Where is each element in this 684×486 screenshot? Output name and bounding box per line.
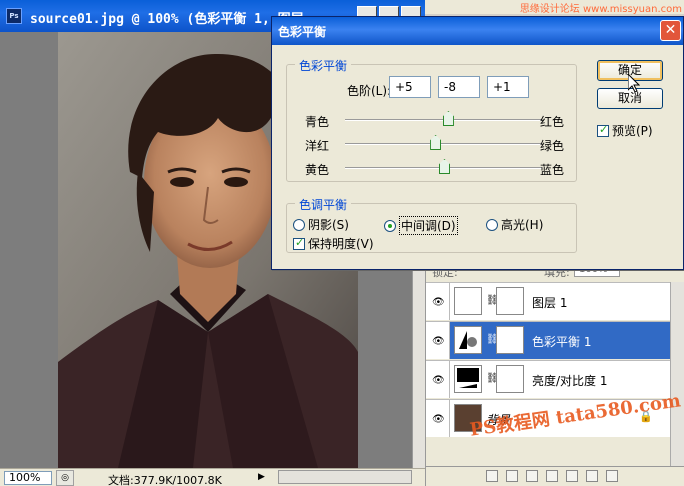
color-balance-group: 色彩平衡 色阶(L): +5 -8 +1 青色 红色 洋红 绿色 黄色 蓝色 xyxy=(286,57,577,182)
chain-link-icon[interactable]: ⛓ xyxy=(486,373,499,385)
eye-icon[interactable]: 👁 xyxy=(426,322,450,359)
level-cyan-red-input[interactable]: +5 xyxy=(389,76,431,98)
layer-name: 亮度/对比度 1 xyxy=(532,374,608,388)
radio-dot[interactable] xyxy=(486,218,498,231)
new-layer-icon[interactable] xyxy=(586,470,598,482)
radio-label: 阴影(S) xyxy=(308,218,349,232)
zoom-field[interactable]: 100% xyxy=(4,471,52,485)
layer-style-icon[interactable] xyxy=(506,470,518,482)
ps-icon: Ps xyxy=(6,8,22,24)
preview-checkbox[interactable]: 预览(P) xyxy=(597,122,653,139)
checkbox-label: 保持明度(V) xyxy=(308,237,374,251)
radio-dot[interactable] xyxy=(384,219,396,232)
slider-left-label: 黄色 xyxy=(305,163,330,177)
eye-icon[interactable]: 👁 xyxy=(426,361,450,398)
level-magenta-green-input[interactable]: -8 xyxy=(438,76,480,98)
dialog-title: 色彩平衡 xyxy=(278,25,327,39)
adjustment-layer-icon[interactable] xyxy=(546,470,558,482)
slider-track[interactable] xyxy=(345,143,542,145)
radio-label: 中间调(D) xyxy=(399,216,458,235)
close-icon[interactable]: ✕ xyxy=(660,20,681,41)
horizontal-scrollbar[interactable] xyxy=(278,470,412,484)
levels-label: 色阶(L): xyxy=(347,84,392,98)
group-folder-icon[interactable] xyxy=(566,470,578,482)
layer-mask-thumbnail xyxy=(496,365,524,393)
layers-panel: 锁定: 填充: 100% 👁 ⛓ 图层 1 👁 ⛓ 色彩平衡 1 👁 ⛓ xyxy=(425,258,684,486)
slider-right-label: 蓝色 xyxy=(540,163,565,177)
layer-mask-thumbnail xyxy=(496,287,524,315)
slider-thumb[interactable] xyxy=(442,111,454,126)
watermark-top: 思缘设计论坛 www.missyuan.com xyxy=(519,4,682,15)
group-legend: 色调平衡 xyxy=(295,196,352,213)
navigator-icon[interactable]: ◎ xyxy=(56,470,74,486)
radio-highlights[interactable]: 高光(H) xyxy=(486,216,543,233)
color-balance-dialog: 色彩平衡 ✕ 色彩平衡 色阶(L): +5 -8 +1 青色 红色 洋红 绿色 … xyxy=(271,16,684,270)
layer-thumbnail xyxy=(454,287,482,315)
layer-mask-icon[interactable] xyxy=(526,470,538,482)
cursor-icon xyxy=(628,74,640,93)
radio-shadows[interactable]: 阴影(S) xyxy=(293,216,349,233)
radio-midtones[interactable]: 中间调(D) xyxy=(384,216,458,235)
slider-left-label: 洋红 xyxy=(305,139,330,153)
layers-footer xyxy=(426,466,684,486)
slider-thumb[interactable] xyxy=(438,159,450,174)
tone-balance-group: 色调平衡 阴影(S) 中间调(D) 高光(H) 保持明度(V) xyxy=(286,196,577,253)
trash-icon[interactable] xyxy=(606,470,618,482)
slider-yellow-blue: 黄色 蓝色 xyxy=(287,157,577,179)
slider-right-label: 绿色 xyxy=(540,139,565,153)
checkbox-label: 预览(P) xyxy=(612,124,653,138)
slider-left-label: 青色 xyxy=(305,115,330,129)
right-panel-top: 思缘设计论坛 www.missyuan.com xyxy=(425,0,684,15)
checkbox-box[interactable] xyxy=(293,236,305,250)
document-title: source01.jpg @ 100% (色彩平衡 1, 图层 xyxy=(30,12,304,27)
slider-right-label: 红色 xyxy=(540,115,565,129)
layer-row[interactable]: 👁 ⛓ 图层 1 xyxy=(426,282,684,320)
link-layers-icon[interactable] xyxy=(486,470,498,482)
eye-icon[interactable]: 👁 xyxy=(426,400,450,437)
document-size-info: 文档:377.9K/1007.8K xyxy=(108,474,222,486)
adjustment-thumbnail xyxy=(454,365,482,393)
radio-label: 高光(H) xyxy=(501,218,544,232)
layer-name: 图层 1 xyxy=(532,296,568,310)
checkbox-box[interactable] xyxy=(597,123,609,137)
chain-link-icon[interactable]: ⛓ xyxy=(486,334,499,346)
group-legend: 色彩平衡 xyxy=(295,57,352,74)
layer-mask-thumbnail xyxy=(496,326,524,354)
layers-scrollbar[interactable] xyxy=(670,282,684,468)
eye-icon[interactable]: 👁 xyxy=(426,283,450,320)
chain-link-icon[interactable]: ⛓ xyxy=(486,295,499,307)
slider-cyan-red: 青色 红色 xyxy=(287,109,577,131)
slider-magenta-green: 洋红 绿色 xyxy=(287,133,577,155)
radio-dot[interactable] xyxy=(293,218,305,231)
level-yellow-blue-input[interactable]: +1 xyxy=(487,76,529,98)
layer-row-selected[interactable]: 👁 ⛓ 色彩平衡 1 xyxy=(426,321,684,359)
preserve-luminosity-checkbox[interactable]: 保持明度(V) xyxy=(293,235,374,252)
layer-name: 色彩平衡 1 xyxy=(532,335,592,349)
dialog-titlebar[interactable]: 色彩平衡 ✕ xyxy=(272,17,683,45)
slider-thumb[interactable] xyxy=(430,135,442,150)
status-menu-arrow-icon[interactable]: ▶ xyxy=(258,472,265,482)
adjustment-thumbnail xyxy=(454,326,482,354)
screen: Ps source01.jpg @ 100% (色彩平衡 1, 图层 100% … xyxy=(0,0,684,486)
